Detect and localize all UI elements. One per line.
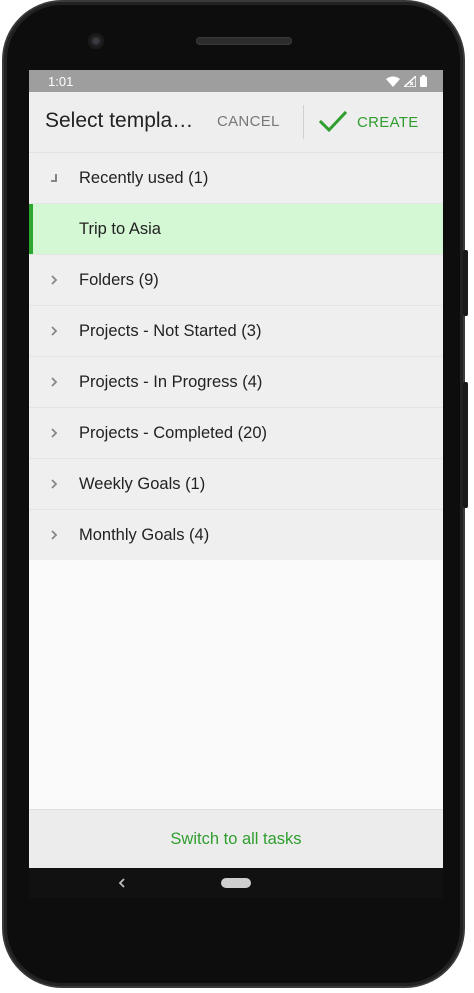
chevron-right-icon <box>51 326 58 336</box>
front-camera <box>88 33 104 49</box>
status-bar: 1:01 <box>29 70 443 92</box>
chevron-right-icon <box>51 275 58 285</box>
list-item-recently-used[interactable]: Recently used (1) <box>29 153 443 204</box>
list-item-weekly-goals[interactable]: Weekly Goals (1) <box>29 459 443 510</box>
back-icon[interactable] <box>117 875 127 891</box>
chevron-right-icon <box>51 479 58 489</box>
list-item-monthly-goals[interactable]: Monthly Goals (4) <box>29 510 443 561</box>
checkmark-icon <box>319 111 347 133</box>
chevron-right-icon <box>51 428 58 438</box>
signal-icon <box>404 75 416 87</box>
app-bar: Select templa… CANCEL CREATE <box>29 92 443 153</box>
system-nav-bar <box>29 868 443 898</box>
empty-list-area <box>29 560 443 810</box>
template-list: Recently used (1) Trip to Asia Folders (… <box>29 153 443 561</box>
create-button[interactable]: CREATE <box>319 105 419 139</box>
earpiece-speaker <box>196 37 292 45</box>
chevron-right-icon <box>51 530 58 540</box>
list-item-projects-not-started[interactable]: Projects - Not Started (3) <box>29 306 443 357</box>
page-title: Select templa… <box>45 109 194 132</box>
app-bar-divider <box>303 105 304 139</box>
home-pill-button[interactable] <box>221 878 251 888</box>
list-item-trip-to-asia[interactable]: Trip to Asia <box>29 204 443 255</box>
volume-button <box>463 382 468 508</box>
battery-icon <box>420 75 427 87</box>
power-button <box>463 250 468 316</box>
cancel-button[interactable]: CANCEL <box>217 113 280 130</box>
status-icons <box>386 75 427 87</box>
list-item-label: Monthly Goals (4) <box>79 525 210 544</box>
list-item-label: Recently used (1) <box>79 168 209 187</box>
switch-to-all-tasks-label: Switch to all tasks <box>170 829 302 848</box>
wifi-icon <box>386 76 400 87</box>
switch-to-all-tasks-button[interactable]: Switch to all tasks <box>29 809 443 868</box>
list-item-label: Projects - Completed (20) <box>79 423 267 442</box>
expanded-corner-icon <box>51 174 57 182</box>
app-screen: 1:01 Select templa… CANCEL CREATE Recent… <box>29 70 443 898</box>
list-item-label: Projects - In Progress (4) <box>79 372 263 391</box>
list-item-label: Projects - Not Started (3) <box>79 321 262 340</box>
list-item-projects-in-progress[interactable]: Projects - In Progress (4) <box>29 357 443 408</box>
list-item-label: Weekly Goals (1) <box>79 474 206 493</box>
list-item-label: Trip to Asia <box>79 219 161 238</box>
create-button-label: CREATE <box>357 113 419 131</box>
status-time: 1:01 <box>48 73 74 89</box>
list-item-folders[interactable]: Folders (9) <box>29 255 443 306</box>
list-item-label: Folders (9) <box>79 270 159 289</box>
list-item-projects-completed[interactable]: Projects - Completed (20) <box>29 408 443 459</box>
chevron-right-icon <box>51 377 58 387</box>
